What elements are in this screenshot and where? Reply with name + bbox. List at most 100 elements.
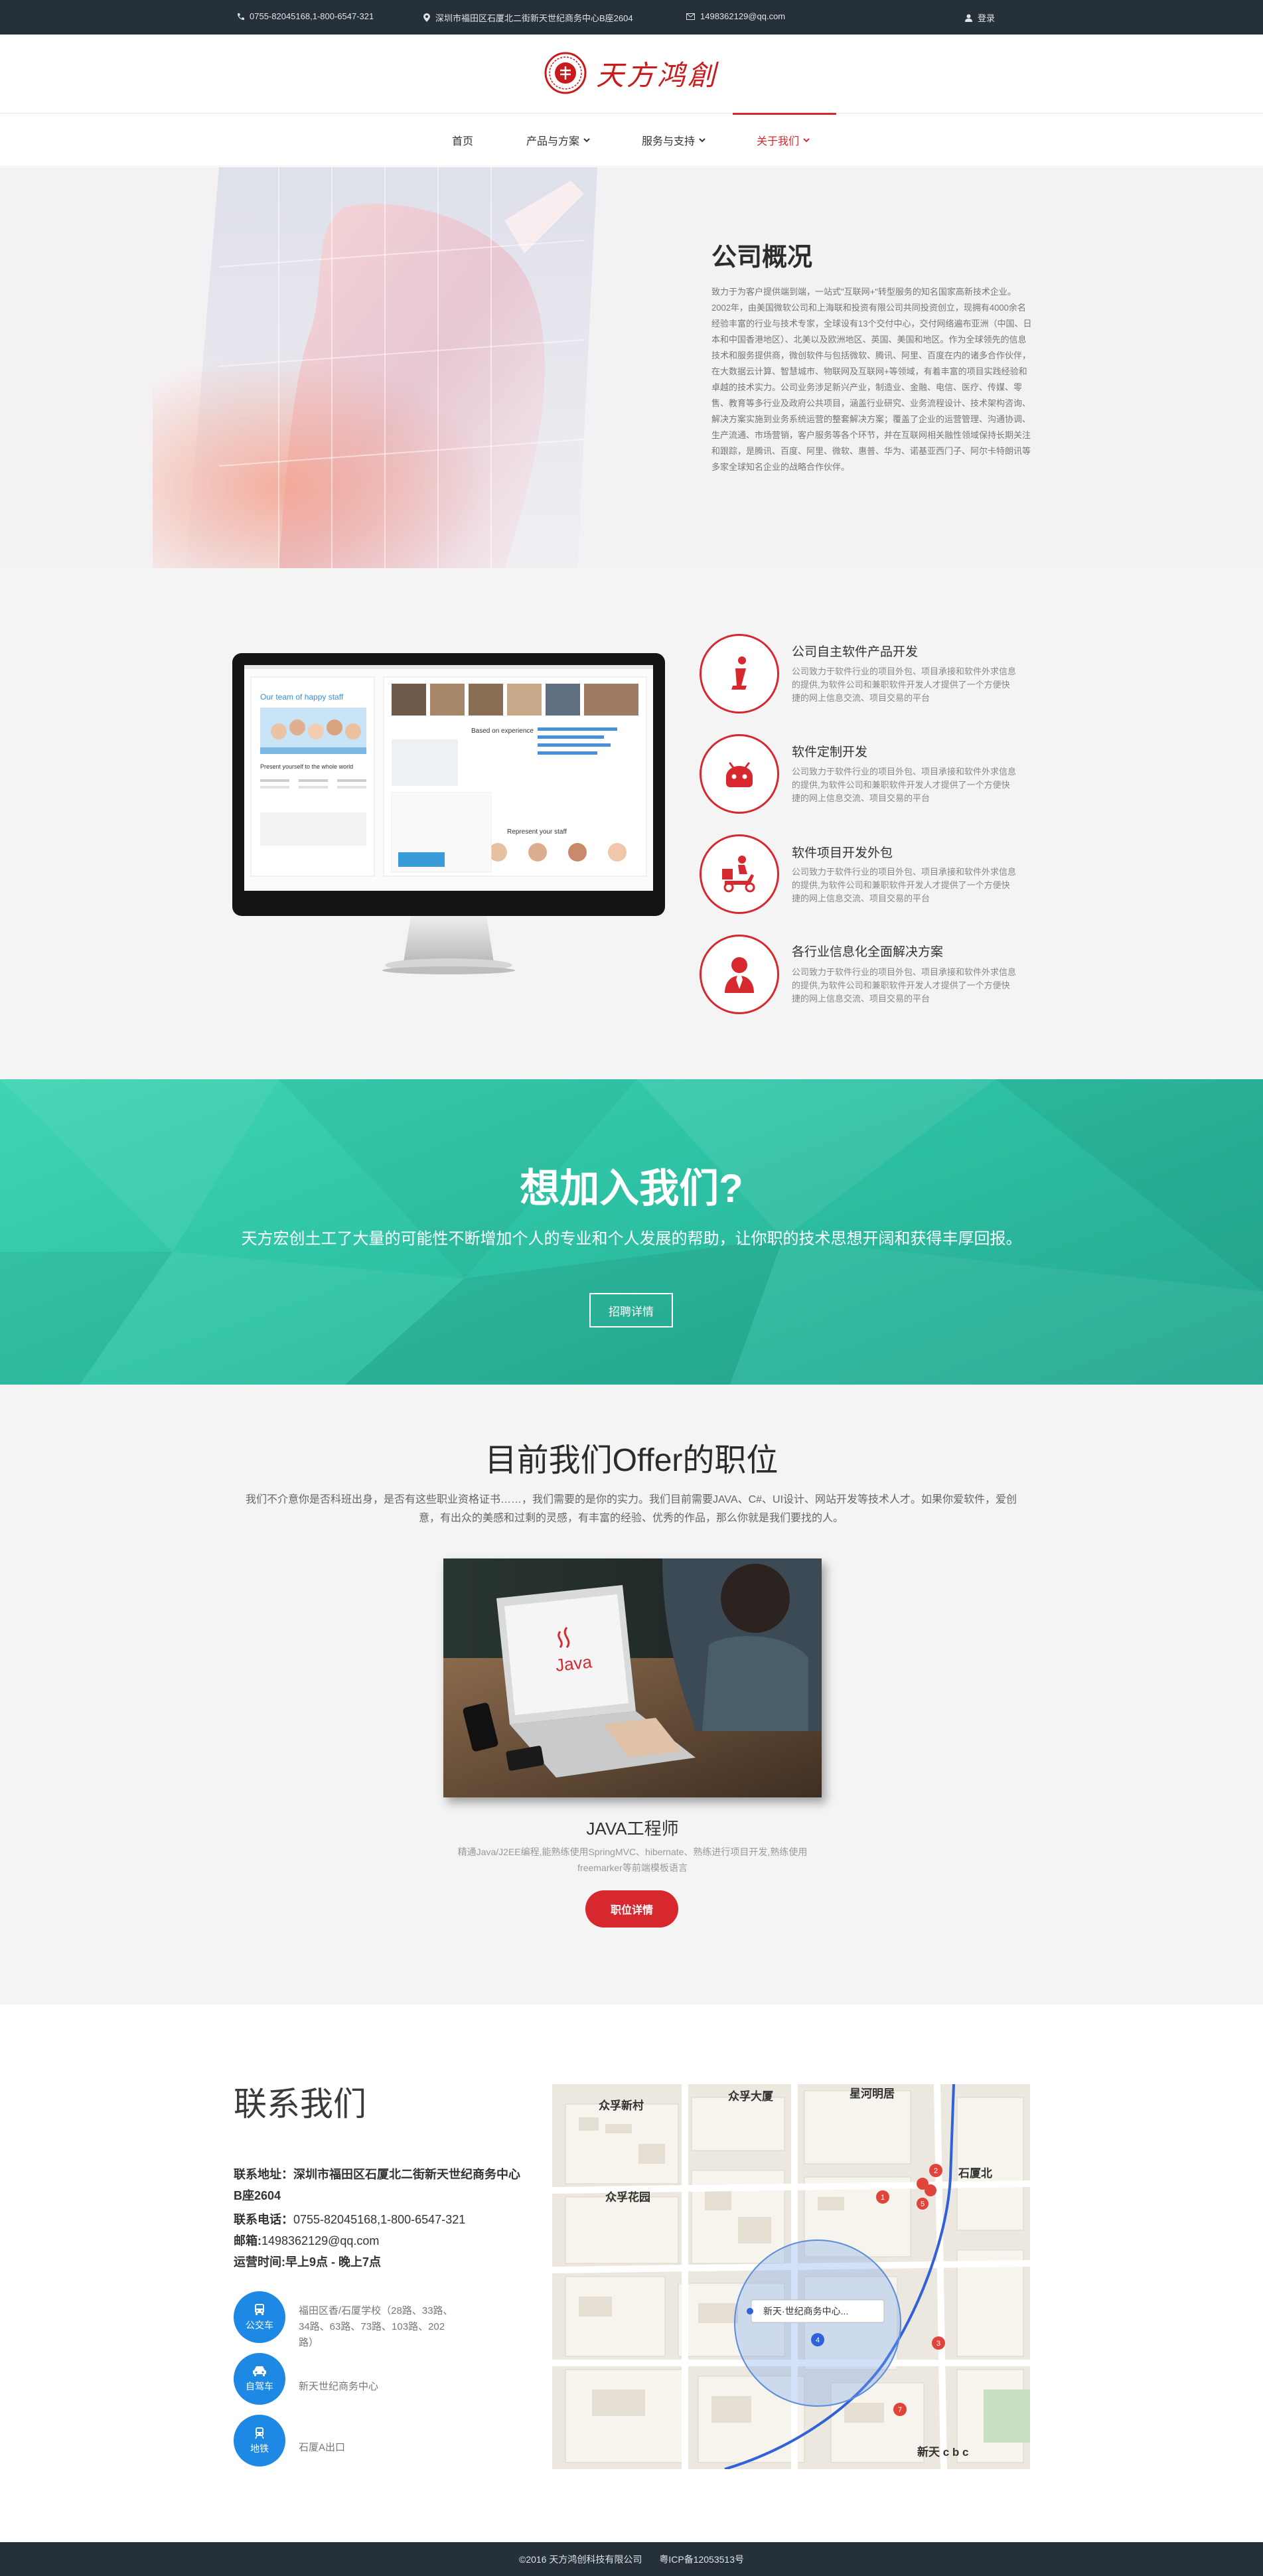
job-details-button[interactable]: 职位详情 (585, 1890, 678, 1928)
android-icon (726, 762, 753, 787)
hero-description: 致力于为客户提供端到端，一站式"互联网+"转型服务的知名国家高新技术企业。200… (711, 287, 1032, 472)
service-icon-circle-1 (700, 634, 779, 714)
transport-metro: 地铁 (234, 2415, 285, 2466)
join-description: 天方宏创土工了大量的可能性不断增加个人的专业和个人发展的帮助，让你职的技术思想开… (241, 1229, 1022, 1248)
nav-item-label[interactable]: 产品与方案 (526, 132, 579, 148)
transport-metro-text: 石厦A出口 (299, 2442, 346, 2453)
contact-address-label: 联系地址： (234, 2168, 293, 2181)
map-callout-label: 新天·世纪商务中心... (763, 2306, 848, 2316)
transport-car-label: 自驾车 (246, 2381, 273, 2391)
monitor-subheading-3: Represent your staff (507, 828, 567, 836)
hero-background-image (0, 167, 1263, 568)
contact-email: 邮箱:1498362129@qq.com (234, 2230, 379, 2251)
transport-metro-label: 地铁 (250, 2443, 269, 2454)
user-icon (965, 14, 972, 22)
map-pin-label-2: 2 (934, 2167, 938, 2175)
service-icon-circle-3 (700, 834, 779, 914)
logo-text: 天方鸿創 (596, 58, 719, 92)
map-pin-label-7: 7 (898, 2406, 902, 2414)
car-icon (253, 2366, 266, 2376)
footer: ©2016 天方鸿创科技有限公司 粤ICP备12053513号 (0, 2542, 1263, 2576)
job-description: 精通Java/J2EE编程,能熟练使用SpringMVC、hibernate、熟… (457, 1847, 808, 1873)
businessman-icon (725, 957, 754, 993)
map-label-zhongfu-tower: 众孚大厦 (728, 2089, 774, 2103)
map-pin-label-5: 5 (921, 2200, 925, 2208)
location-map[interactable]: 新天·世纪商务中心... 众孚大厦 众孚新村 星河明居 众孚花园 石厦北 新天 … (552, 2084, 1030, 2469)
contact-title: 联系我们 (234, 2085, 366, 2123)
service-title-4: 各行业信息化全面解决方案 (792, 945, 944, 959)
service-text-4: 公司致力于软件行业的项目外包、项目承接和软件外求信息的提供,为软件公司和兼职软件… (792, 967, 1017, 1004)
job-title: JAVA工程师 (586, 1819, 679, 1839)
job-image: Java (443, 1558, 822, 1797)
monitor-headline: Our team of happy staff (260, 692, 344, 702)
nav-item-home[interactable]: 首页 (452, 132, 473, 148)
monitor-mockup-image: Our team of happy staff Present yourself… (232, 653, 665, 974)
site-logo[interactable]: 天方鸿創 (544, 48, 718, 98)
map-pin-label-1: 1 (881, 2194, 885, 2202)
map-label-shixia-north: 石厦北 (958, 2167, 992, 2180)
location-pin-icon (423, 13, 430, 22)
nav-item-label[interactable]: 服务与支持 (642, 132, 695, 148)
map-label-zhongfu-village: 众孚新村 (599, 2099, 644, 2112)
monitor-subheading-2: Based on experience (471, 727, 534, 735)
nav-item-support[interactable]: 服务与支持 (642, 132, 706, 148)
transport-bus-text: 福田区香/石厦学校（28路、33路、34路、63路、73路、103路、202路） (299, 2305, 453, 2348)
top-phone: 0755-82045168,1-800-6547-321 (236, 11, 374, 21)
bus-icon (255, 2304, 264, 2315)
nav-item-label[interactable]: 首页 (452, 132, 473, 148)
map-pin-label-4: 4 (816, 2336, 820, 2344)
hero-title: 公司概况 (711, 244, 813, 271)
hero-section (0, 167, 1263, 568)
monitor-subheading-1: Present yourself to the whole world (260, 763, 353, 770)
java-logo-text: Java (554, 1651, 593, 1675)
offers-description: 我们不介意你是否科班出身，是否有这些职业资格证书……，我们需要的是你的实力。我们… (245, 1494, 1017, 1524)
nav-item-about[interactable]: 关于我们 (757, 132, 810, 148)
transport-bus-label: 公交车 (246, 2320, 273, 2330)
service-title-2: 软件定制开发 (792, 745, 868, 759)
transport-car: 自驾车 (234, 2353, 285, 2405)
contact-phone: 联系电话：0755-82045168,1-800-6547-321 (234, 2209, 465, 2230)
service-text-2: 公司致力于软件行业的项目外包、项目承接和软件外求信息的提供,为软件公司和兼职软件… (792, 767, 1017, 803)
contact-email-value: 1498362129@qq.com (261, 2234, 380, 2247)
service-icon-circle-2 (700, 734, 779, 814)
map-canvas[interactable]: 新天·世纪商务中心... 众孚大厦 众孚新村 星河明居 众孚花园 石厦北 新天 … (552, 2084, 1030, 2469)
map-label-xinghe: 星河明居 (850, 2087, 895, 2100)
delivery-icon (722, 856, 755, 893)
service-title-3: 软件项目开发外包 (792, 846, 893, 860)
java-laptop-image: Java (443, 1558, 822, 1797)
top-phone-text: 0755-82045168,1-800-6547-321 (250, 11, 374, 21)
contact-address: 联系地址：深圳市福田区石厦北二街新天世纪商务中心B座2604 (234, 2164, 526, 2206)
contact-phone-value: 0755-82045168,1-800-6547-321 (293, 2213, 466, 2226)
top-email-text[interactable]: 1498362129@qq.com (700, 11, 785, 21)
nav-item-label[interactable]: 关于我们 (757, 132, 799, 148)
transport-car-text: 新天世纪商务中心 (299, 2381, 379, 2392)
service-title-1: 公司自主软件产品开发 (792, 645, 919, 659)
footer-copyright: ©2016 天方鸿创科技有限公司 (519, 2553, 642, 2565)
mail-icon (686, 13, 695, 20)
chevron-down-icon (583, 137, 590, 142)
metro-icon (255, 2427, 264, 2439)
top-bar: 0755-82045168,1-800-6547-321 深圳市福田区石厦北二街… (0, 0, 1263, 35)
contact-hours-text: 运营时间:早上9点 - 晚上7点 (234, 2255, 382, 2269)
chevron-down-icon (803, 137, 810, 142)
login-label[interactable]: 登录 (978, 11, 995, 24)
contact-email-label: 邮箱: (234, 2234, 261, 2247)
map-pin-label-3: 3 (936, 2340, 940, 2348)
nav-item-products[interactable]: 产品与方案 (526, 132, 590, 148)
top-address: 深圳市福田区石厦北二街新天世纪商务中心B座2604 (423, 11, 633, 24)
service-text-1: 公司致力于软件行业的项目外包、项目承接和软件外求信息的提供,为软件公司和兼职软件… (792, 666, 1017, 703)
login-link[interactable]: 登录 (965, 11, 995, 24)
join-title: 想加入我们? (520, 1166, 743, 1211)
chevron-down-icon (699, 137, 706, 142)
service-icon-circle-4 (700, 935, 779, 1014)
footer-icp[interactable]: 粤ICP备12053513号 (659, 2553, 744, 2566)
map-label-zhongfu-garden: 众孚花园 (605, 2190, 650, 2204)
transport-bus: 公交车 (234, 2291, 285, 2343)
nav-active-indicator (733, 113, 836, 115)
info-icon (731, 656, 747, 690)
contact-hours: 运营时间:早上9点 - 晚上7点 (234, 2251, 381, 2273)
contact-phone-label: 联系电话： (234, 2213, 293, 2226)
recruit-details-button[interactable]: 招聘详情 (589, 1293, 673, 1327)
phone-icon (238, 13, 244, 20)
top-email[interactable]: 1498362129@qq.com (686, 11, 785, 21)
